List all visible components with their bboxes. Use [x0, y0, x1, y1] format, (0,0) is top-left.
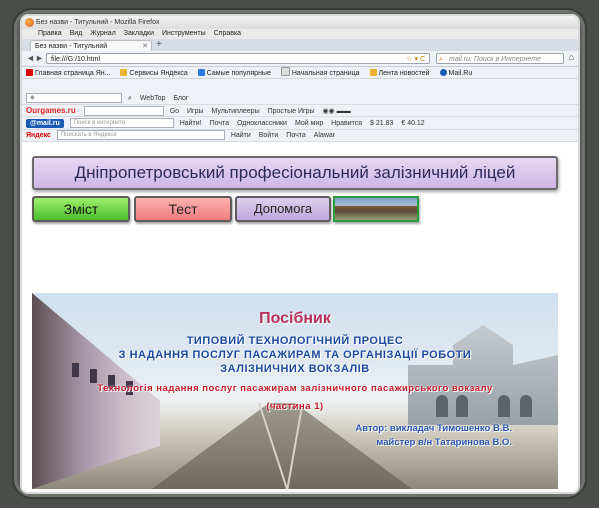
star-icon[interactable]: ☆ ▾ C	[406, 54, 425, 65]
home-icon[interactable]: ⌂	[569, 52, 574, 62]
bookmark-item[interactable]: Mail.Ru	[439, 69, 472, 77]
yandex-mail-button[interactable]: Почта	[286, 132, 305, 139]
window-title: Без назви - Титульний - Mozilla Firefox	[36, 19, 160, 26]
search-input[interactable]: ⌕ mail.ru: Поиск в Интернете	[436, 53, 564, 64]
tab-label: Без назви - Титульний	[35, 43, 108, 50]
page-icon	[280, 67, 290, 76]
banner-title: Посібник	[259, 310, 331, 327]
test-button[interactable]: Тест	[134, 196, 232, 222]
media-player-icon[interactable]: ◉◉ ▬▬	[322, 108, 350, 115]
contents-button[interactable]: Зміст	[32, 196, 130, 222]
blog-button[interactable]: Блог	[173, 95, 188, 102]
alawar-button[interactable]: Alawar	[314, 132, 335, 139]
eur-rate: € 40.12	[401, 120, 425, 127]
webtop-toolbar: ◆ ⌕ WebTop Блог	[22, 93, 578, 105]
search-icon[interactable]: ⌕	[128, 95, 132, 102]
banner-subtitle: Технологія надання послуг пасажирам залі…	[97, 383, 493, 394]
games-button[interactable]: Игры	[187, 108, 204, 115]
tab-titulnyi[interactable]: Без назви - Титульний ✕	[30, 40, 152, 51]
url-text: file:///G:/10.html	[51, 56, 101, 63]
help-button[interactable]: Допомога	[235, 196, 331, 222]
mailru-icon	[439, 69, 447, 76]
simple-games-button[interactable]: Простые Игры	[268, 108, 315, 115]
find-button[interactable]: Найти!	[180, 120, 202, 127]
folder-icon	[120, 69, 128, 76]
banner-line-1: ТИПОВИЙ ТЕХНОЛОГІЧНИЙ ПРОЦЕС	[186, 335, 404, 347]
search-placeholder: mail.ru: Поиск в Интернете	[449, 56, 541, 63]
page-title: Дніпропетровський професіональний залізн…	[32, 156, 558, 190]
yandex-find-button[interactable]: Найти	[231, 132, 251, 139]
banner-part: (частина 1)	[266, 401, 324, 412]
menu-item-history[interactable]: Журнал	[90, 30, 116, 37]
bookmark-item[interactable]: Главная страница Ян...	[26, 69, 110, 77]
multiplayer-button[interactable]: Мультиплееры	[211, 108, 259, 115]
url-input[interactable]: file:///G:/10.html ☆ ▾ C	[46, 53, 430, 64]
ourgames-search-input[interactable]	[83, 106, 164, 116]
mailru-search-input[interactable]: Поиск в интернете	[69, 118, 174, 129]
login-button[interactable]: Войти	[259, 132, 279, 139]
menu-item-help[interactable]: Справка	[214, 30, 241, 37]
my-world-button[interactable]: Мой мир	[295, 120, 323, 127]
mailru-logo: @mail.ru	[26, 119, 64, 128]
station-image-button[interactable]	[333, 196, 419, 222]
mailru-toolbar: @mail.ru Поиск в интернете Найти! Почта …	[22, 117, 578, 130]
webtop-button[interactable]: WebTop	[140, 95, 166, 102]
toolbar-spacer	[22, 79, 578, 93]
ourgames-toolbar: Ourgames.ru Go Игры Мультиплееры Простые…	[22, 105, 578, 117]
rss-icon	[369, 69, 377, 76]
banner-line-2: З НАДАННЯ ПОСЛУГ ПАСАЖИРАМ ТА ОРГАНІЗАЦІ…	[118, 349, 472, 361]
yandex-icon	[26, 69, 33, 76]
navigation-bar: ◄ ► file:///G:/10.html ☆ ▾ C ⌕ mail.ru: …	[22, 51, 578, 67]
browser-window: Без назви - Титульний - Mozilla Firefox …	[22, 16, 578, 492]
back-icon[interactable]: ◄	[26, 53, 35, 64]
menu-item-tools[interactable]: Инструменты	[162, 30, 206, 37]
webtop-search-input[interactable]: ◆	[26, 93, 122, 104]
globe-icon	[197, 69, 205, 76]
yandex-logo: Яндекс	[26, 132, 51, 139]
usd-rate: $ 21.83	[370, 120, 394, 127]
ourgames-logo: Ourgames.ru	[26, 106, 76, 115]
menu-item-view[interactable]: Вид	[70, 30, 83, 37]
banner-author-1: Автор: викладач Тимошенко В.В.	[355, 423, 512, 434]
menu-item-bookmarks[interactable]: Закладки	[124, 30, 154, 37]
yandex-toolbar: Яндекс Поискать в Яндексе Найти Войти По…	[22, 130, 578, 142]
bookmark-item[interactable]: Сервисы Яндекса	[120, 69, 188, 77]
forward-icon[interactable]: ►	[35, 53, 44, 64]
firefox-icon	[25, 18, 34, 27]
odnoklassniki-button[interactable]: Одноклассники	[237, 120, 287, 127]
bookmark-item[interactable]: Самые популярные	[197, 69, 271, 77]
menu-bar: Правка Вид Журнал Закладки Инструменты С…	[22, 29, 578, 39]
tab-bar: Без назви - Титульний ✕ +	[22, 39, 578, 51]
bookmark-item[interactable]: Начальная страница	[280, 67, 360, 77]
go-button[interactable]: Go	[170, 108, 179, 115]
banner-line-3: ЗАЛІЗНИЧНИХ ВОКЗАЛІВ	[220, 363, 370, 375]
bookmarks-bar: Главная страница Ян... Сервисы Яндекса С…	[22, 67, 578, 79]
yandex-search-input[interactable]: Поискать в Яндексе	[56, 130, 225, 141]
search-engine-icon[interactable]: ⌕	[439, 54, 443, 65]
banner-author-2: майстер в/н Татаринова В.О.	[376, 437, 512, 448]
bookmark-item[interactable]: Лента новостей	[369, 69, 430, 77]
window-titlebar: Без назви - Титульний - Mozilla Firefox	[22, 16, 578, 29]
new-tab-button[interactable]: +	[156, 39, 162, 51]
page-content: Дніпропетровський професіональний залізн…	[22, 143, 578, 492]
mail-button[interactable]: Почта	[210, 120, 229, 127]
menu-item-edit[interactable]: Правка	[38, 30, 62, 37]
like-button[interactable]: Нравится	[331, 120, 362, 127]
title-banner: Посібник ТИПОВИЙ ТЕХНОЛОГІЧНИЙ ПРОЦЕС З …	[32, 293, 558, 489]
